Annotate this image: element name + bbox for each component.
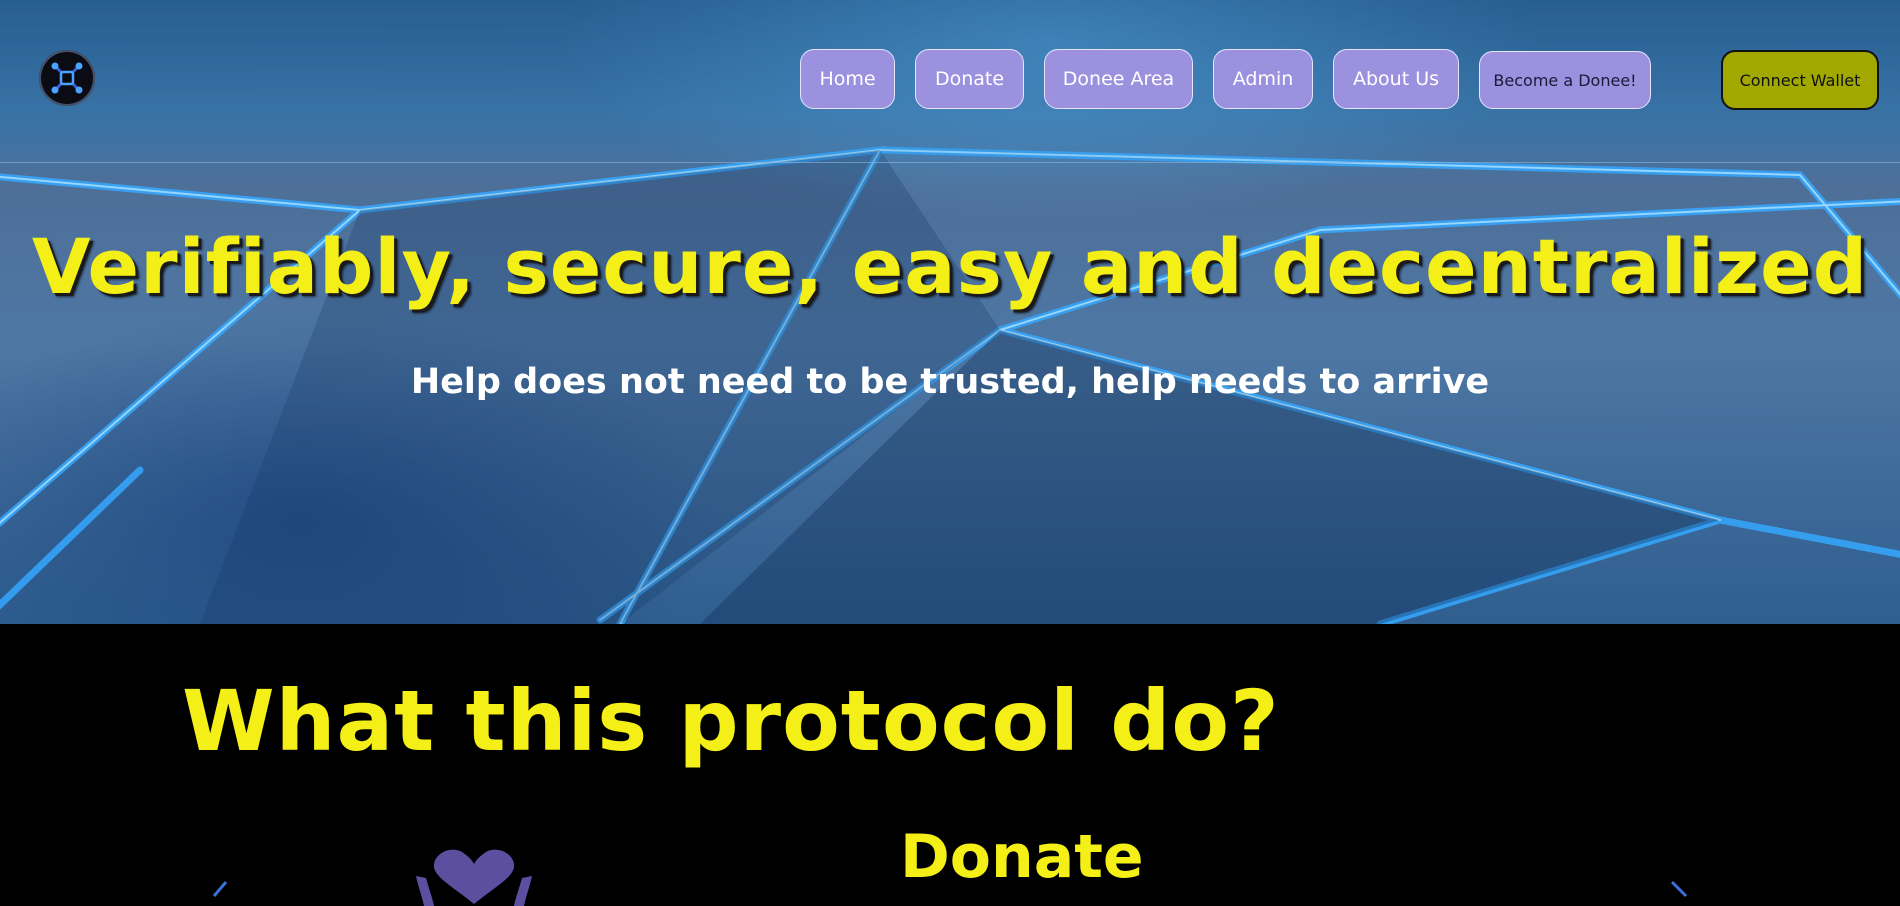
nav-home-button[interactable]: Home xyxy=(800,49,895,109)
hero-title: Verifiably, secure, easy and decentraliz… xyxy=(31,222,1869,311)
site-logo[interactable] xyxy=(39,50,95,106)
top-navigation-bar: Home Donate Donee Area Admin About Us Be… xyxy=(0,0,1900,163)
connect-wallet-button[interactable]: Connect Wallet xyxy=(1721,50,1879,110)
protocol-section-heading: What this protocol do? xyxy=(182,672,1280,770)
become-donee-button[interactable]: Become a Donee! xyxy=(1479,51,1651,109)
network-node-icon xyxy=(51,62,83,94)
heart-hands-icon xyxy=(416,849,532,906)
nav-donee-area-button[interactable]: Donee Area xyxy=(1044,49,1193,109)
nav-admin-button[interactable]: Admin xyxy=(1213,49,1313,109)
nav-about-us-button[interactable]: About Us xyxy=(1333,49,1459,109)
hero-background: Home Donate Donee Area Admin About Us Be… xyxy=(0,0,1900,624)
donate-card-title: Donate xyxy=(900,822,1144,892)
carousel-next-arrow-icon[interactable] xyxy=(1668,880,1692,900)
nav-donate-button[interactable]: Donate xyxy=(915,49,1024,109)
carousel-prev-arrow-icon[interactable] xyxy=(208,880,232,900)
hero-subtitle: Help does not need to be trusted, help n… xyxy=(410,362,1490,402)
